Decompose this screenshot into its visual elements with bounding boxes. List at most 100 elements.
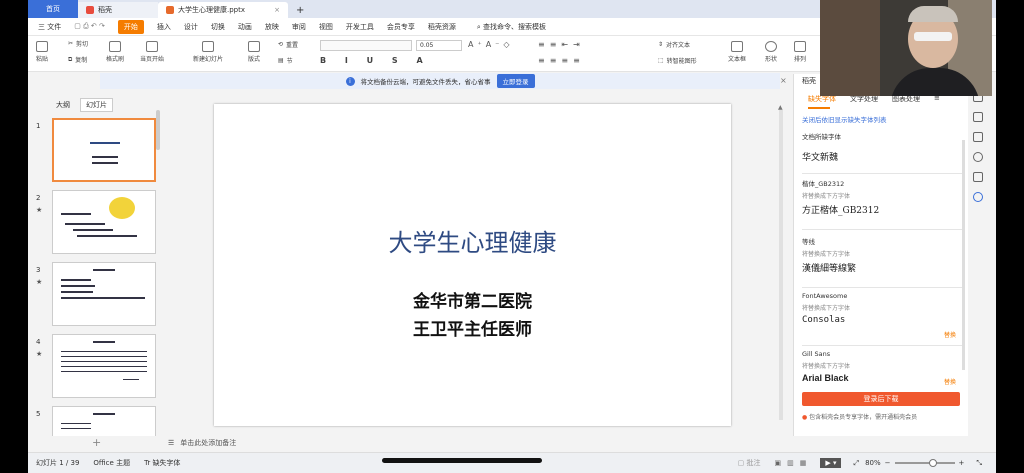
menu-insert[interactable]: 插入 (157, 22, 171, 32)
annotate-status[interactable]: ▢ 批注 (738, 458, 761, 468)
font-icon: Tr (144, 459, 151, 467)
zoom-thumb[interactable] (928, 459, 937, 467)
missing-font-name: 等线 (802, 238, 815, 246)
login-now-button[interactable]: 立即登录 (496, 74, 535, 88)
play-slideshow-button[interactable]: ▶ ▾ (820, 458, 842, 468)
copy-button[interactable]: ⧉ 复制 (68, 55, 87, 65)
thumb-text-line (61, 291, 93, 293)
font-card-2[interactable]: 楷体_GB2312 将替换成下方字体 方正楷体_GB2312 (802, 178, 962, 230)
theme-name[interactable]: Office 主题 (93, 458, 130, 468)
slide-title[interactable]: 大学生心理健康 (214, 223, 731, 258)
menu-design[interactable]: 设计 (184, 22, 198, 32)
help-icon[interactable] (973, 192, 983, 202)
menu-docer-resources[interactable]: 稻壳资源 (428, 22, 456, 32)
slide-thumbnail-4[interactable]: 4 ★ (36, 334, 156, 400)
menu-slideshow[interactable]: 放映 (265, 22, 279, 32)
notes-bar[interactable]: ☰ 单击此处添加备注 (168, 436, 788, 450)
thumbnail-scrollbar[interactable] (156, 110, 160, 150)
menu-member[interactable]: 会员专享 (387, 22, 415, 32)
copy-style-icon[interactable] (973, 132, 983, 142)
scroll-up-icon[interactable]: ▲ (778, 104, 783, 111)
slide-thumbnail-2[interactable]: 2 ★ (36, 190, 156, 256)
view-mode-buttons[interactable]: ▣▥▦ (775, 459, 813, 467)
menu-devtools[interactable]: 开发工具 (346, 22, 374, 32)
arrange-button[interactable]: 排列 (794, 41, 806, 63)
zoom-out-icon[interactable]: − (885, 459, 891, 467)
thumb-text-line (123, 379, 139, 380)
reset-button[interactable]: ⟲ 重置 (278, 40, 298, 49)
font-card-4[interactable]: FontAwesome 将替换成下方字体 Consolas 替换 (802, 292, 962, 346)
align-text-button[interactable]: ⇕ 对齐文本 (658, 40, 690, 49)
slide-preview (52, 190, 156, 254)
zoom-in-icon[interactable]: + (959, 459, 965, 467)
textbox-button[interactable]: 文本框 (728, 41, 746, 63)
download-after-login-button[interactable]: 登录后下载 (802, 392, 960, 406)
menu-file[interactable]: 三 文件 (38, 22, 61, 32)
menu-start[interactable]: 开始 (117, 19, 144, 34)
font-size-adjust-buttons[interactable]: A⁺A⁻◇ (468, 40, 514, 49)
menu-review[interactable]: 审阅 (292, 22, 306, 32)
smartart-label: 转智能图形 (666, 58, 697, 65)
canvas-scrollbar[interactable] (779, 110, 783, 420)
new-slide-button[interactable]: 新建幻灯片 (193, 41, 223, 63)
font-size-select[interactable]: 0.05 (416, 40, 462, 51)
menu-transition[interactable]: 切换 (211, 22, 225, 32)
fullscreen-icon[interactable]: ⤡ (976, 459, 982, 468)
font-card-3[interactable]: 等线 将替换成下方字体 漢儀細等線繁 (802, 236, 962, 288)
font-name-select[interactable] (320, 40, 412, 51)
slide-thumbnail-1[interactable]: 1 (36, 118, 156, 184)
paste-icon (36, 41, 48, 52)
slide-canvas[interactable]: 大学生心理健康 金华市第二医院 王卫平主任医师 (214, 104, 731, 426)
close-notice-icon[interactable]: × (780, 76, 787, 85)
replace-hint: 将替换成下方字体 (802, 251, 851, 258)
tab-document[interactable]: 大学生心理健康.pptx × (158, 2, 288, 18)
format-painter-button[interactable]: 格式刷 (106, 41, 124, 63)
shape-button[interactable]: 形状 (765, 41, 777, 63)
menu-undo-icons[interactable]: ▢ ⎙ ↶ ↷ (74, 22, 105, 31)
slide-subtitle-line-2[interactable]: 王卫平主任医师 (214, 315, 731, 340)
keep-list-link[interactable]: 关闭后依旧显示缺失字体列表 (802, 114, 887, 124)
add-slide-icon[interactable]: + (92, 436, 101, 449)
tab-slides[interactable]: 幻灯片 (80, 98, 113, 112)
paragraph-buttons[interactable]: ≡≡⇤⇥ (538, 40, 585, 49)
zoom-slider[interactable] (894, 459, 955, 467)
missing-font-name: FontAwesome (802, 292, 848, 300)
star-icon[interactable] (973, 112, 983, 122)
tab-docer[interactable]: 稻壳 (78, 2, 158, 18)
panel-scrollbar[interactable] (962, 140, 965, 370)
zoom-level[interactable]: 80% (865, 459, 881, 467)
smartart-button[interactable]: ⬚ 转智能图形 (658, 56, 697, 65)
replacement-font: 方正楷体_GB2312 (802, 206, 880, 216)
tab-home[interactable]: 首页 (28, 0, 78, 18)
align-buttons[interactable]: ≡≡≡≡ (538, 56, 585, 65)
replace-button[interactable]: 替换 (944, 330, 956, 339)
person-hair (908, 6, 958, 22)
section-button[interactable]: ▤ 节 (278, 56, 293, 65)
missing-font-name: Gill Sans (802, 350, 831, 358)
menu-view[interactable]: 视图 (319, 22, 333, 32)
missing-font-status[interactable]: Tr 缺失字体 (144, 458, 180, 468)
layout-button[interactable]: 版式 (248, 41, 260, 63)
fit-window-icon[interactable]: ⤢ (853, 459, 859, 468)
slide-thumbnail-3[interactable]: 3 ★ (36, 262, 156, 328)
replace-button[interactable]: 替换 (944, 377, 956, 386)
slide-subtitle-line-1[interactable]: 金华市第二医院 (214, 287, 731, 312)
slide-thumbnail-5[interactable]: 5 (36, 406, 156, 436)
background-door (820, 0, 880, 96)
command-search[interactable]: ⌕ 查找命令、搜索模板 (477, 22, 546, 32)
paste-button[interactable]: 粘贴 (36, 41, 48, 63)
active-tab-indicator (808, 107, 830, 109)
cut-button[interactable]: ✂ 剪切 (68, 39, 88, 48)
settings-icon[interactable] (973, 172, 983, 182)
new-tab-button[interactable]: + (288, 2, 312, 18)
tab-outline[interactable]: 大纲 (56, 100, 70, 110)
close-tab-icon[interactable]: × (274, 6, 280, 14)
play-from-current-label: 当页开始 (140, 56, 165, 63)
thumb-text-line (61, 371, 147, 372)
text-format-buttons[interactable]: B I U S A (320, 56, 431, 65)
font-card-1[interactable]: 华文新魏 (802, 144, 962, 174)
play-from-current-button[interactable]: 当页开始 (140, 41, 164, 63)
menu-animation[interactable]: 动画 (238, 22, 252, 32)
font-card-5[interactable]: Gill Sans 将替换成下方字体 Arial Black 替换 (802, 350, 962, 388)
history-icon[interactable] (973, 152, 983, 162)
